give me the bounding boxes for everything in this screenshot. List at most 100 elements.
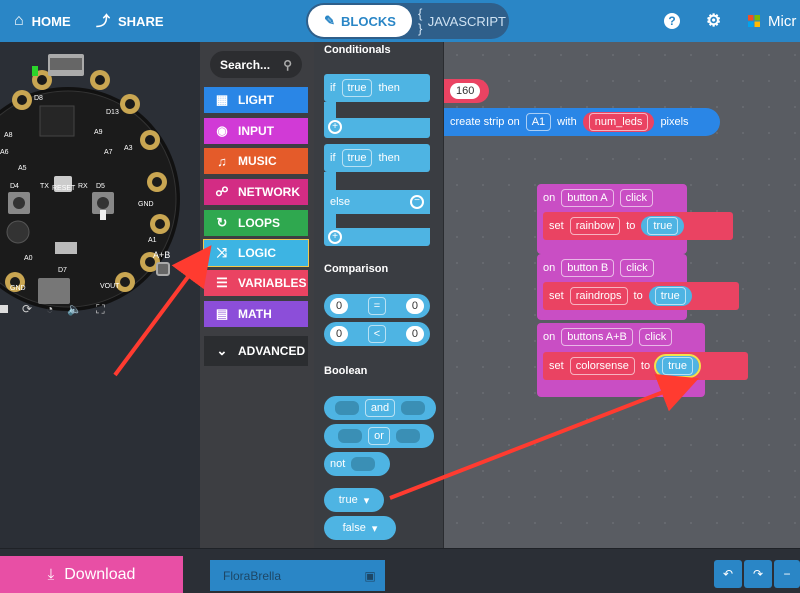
category-light[interactable]: ▦ LIGHT xyxy=(204,87,308,113)
share-button[interactable]: ⤴ SHARE xyxy=(96,0,164,42)
shuffle-icon: ⤨ xyxy=(216,245,228,260)
svg-text:A5: A5 xyxy=(18,165,27,172)
puzzle-icon: ✎ xyxy=(324,13,335,28)
ab-button-label: A+B xyxy=(153,250,171,260)
svg-text:A0: A0 xyxy=(24,255,33,262)
save-button[interactable]: ▣ xyxy=(355,560,385,591)
event-a-header: on button A click xyxy=(537,186,659,210)
microsoft-icon xyxy=(748,15,760,27)
if-else-block[interactable]: if true then else − + xyxy=(324,144,430,248)
sound-icon[interactable]: 🔈 xyxy=(67,302,82,316)
create-strip-block[interactable]: create strip on A1 with num_leds pixels xyxy=(444,108,720,136)
home-icon: ⌂ xyxy=(14,12,24,29)
true-block[interactable]: true ▾ xyxy=(324,488,384,512)
svg-text:A8: A8 xyxy=(4,132,13,139)
save-icon: ▣ xyxy=(364,568,376,583)
category-logic[interactable]: ⤨ LOGIC xyxy=(203,239,309,267)
list-icon: ☰ xyxy=(216,275,228,290)
project-name-input[interactable]: FloraBrella xyxy=(210,560,355,591)
svg-text:VOUT: VOUT xyxy=(100,283,120,290)
svg-text:GND: GND xyxy=(138,201,154,208)
circle-icon: ◉ xyxy=(216,123,228,138)
search-box[interactable]: Search... ⚲ xyxy=(210,51,302,78)
category-music[interactable]: ♫ MUSIC xyxy=(204,148,308,174)
or-block[interactable]: or xyxy=(324,424,434,448)
svg-text:A3: A3 xyxy=(124,145,133,152)
svg-text:A6: A6 xyxy=(0,149,9,156)
microsoft-logo: Micr xyxy=(748,0,796,42)
category-math[interactable]: ▤ MATH xyxy=(204,301,308,327)
chevron-down-icon: ⌄ xyxy=(216,343,228,358)
svg-text:TX: TX xyxy=(40,183,49,190)
svg-text:A1: A1 xyxy=(148,237,157,244)
svg-text:D7: D7 xyxy=(58,267,67,274)
search-icon: ⚲ xyxy=(283,57,292,72)
top-bar: ⌂ HOME ⤴ SHARE ✎ BLOCKS { } JAVASCRIPT ?… xyxy=(0,0,800,42)
category-advanced[interactable]: ⌄ ADVANCED xyxy=(204,336,308,366)
undo-button[interactable]: ↶ xyxy=(714,560,742,588)
help-button[interactable]: ? xyxy=(664,0,680,42)
simulator-panel: D8 A8 A9 D13 A0 D7 GND VOUT A1 TX RX RESET D4 D5 A3… xyxy=(0,42,200,548)
equals-block[interactable]: 0 = 0 xyxy=(324,294,430,318)
minus-icon: − xyxy=(783,567,791,581)
less-than-block[interactable]: 0 < 0 xyxy=(324,322,430,346)
circuit-playground-board[interactable]: D8 A8 A9 D13 A0 D7 GND VOUT A1 TX RXRESET D4 D5 A3… xyxy=(0,42,200,342)
event-b-header: on button B click xyxy=(537,256,660,280)
dropdown-caret-icon: ▾ xyxy=(371,522,378,535)
add-icon[interactable]: + xyxy=(328,120,342,134)
set-rainbow-block[interactable]: set rainbow to true xyxy=(543,212,733,240)
svg-text:D4: D4 xyxy=(10,183,19,190)
stop-icon[interactable] xyxy=(0,305,8,313)
svg-text:A9: A9 xyxy=(94,129,103,136)
svg-text:A7: A7 xyxy=(104,149,113,156)
dropdown-caret-icon: ▾ xyxy=(363,494,370,507)
calculator-icon: ▤ xyxy=(215,306,229,321)
refresh-icon: ↻ xyxy=(216,215,228,230)
conditionals-heading: Conditionals xyxy=(324,44,391,56)
help-icon: ? xyxy=(664,13,680,29)
svg-text:RX: RX xyxy=(78,183,88,190)
home-button[interactable]: ⌂ HOME xyxy=(14,0,71,42)
javascript-tab[interactable]: { } JAVASCRIPT xyxy=(418,5,506,37)
set-raindrops-block[interactable]: set raindrops to true xyxy=(543,282,739,310)
grid-icon: ▦ xyxy=(215,92,229,107)
svg-text:GND: GND xyxy=(10,285,26,292)
ab-button[interactable] xyxy=(156,262,170,276)
number-block[interactable]: 160 xyxy=(444,79,489,103)
settings-button[interactable]: ⚙ xyxy=(706,0,721,42)
download-button[interactable]: ⤓ Download xyxy=(0,556,183,593)
redo-icon: ↷ xyxy=(752,567,764,581)
network-icon: ☍ xyxy=(215,184,229,199)
restart-icon[interactable]: ⟳ xyxy=(22,302,32,316)
false-block[interactable]: false ▾ xyxy=(324,516,396,540)
gear-icon: ⚙ xyxy=(706,11,722,30)
download-icon: ⤓ xyxy=(47,566,55,583)
zoom-out-button[interactable]: − xyxy=(774,560,800,588)
set-colorsense-block[interactable]: set colorsense to true xyxy=(543,352,748,380)
svg-text:D13: D13 xyxy=(106,109,119,116)
category-loops[interactable]: ↻ LOOPS xyxy=(204,210,308,236)
comparison-heading: Comparison xyxy=(324,263,389,275)
headphones-icon: ♫ xyxy=(217,153,227,169)
share-icon: ⤴ xyxy=(96,13,110,29)
blocks-tab[interactable]: ✎ BLOCKS xyxy=(308,5,412,37)
event-ab-header: on buttons A+B click xyxy=(537,325,678,349)
category-variables[interactable]: ☰ VARIABLES xyxy=(204,270,308,296)
boolean-heading: Boolean xyxy=(324,365,368,377)
undo-icon: ↶ xyxy=(722,567,734,581)
fullscreen-icon[interactable]: ⛶ xyxy=(96,302,104,317)
search-input[interactable]: Search... xyxy=(220,58,270,72)
add-icon[interactable]: + xyxy=(328,230,342,244)
category-network[interactable]: ☍ NETWORK xyxy=(204,179,308,205)
svg-text:RESET: RESET xyxy=(52,185,76,192)
slowmo-icon[interactable]: ◔ xyxy=(46,302,53,316)
redo-button[interactable]: ↷ xyxy=(744,560,772,588)
editor-toggle: ✎ BLOCKS { } JAVASCRIPT xyxy=(306,3,509,39)
not-block[interactable]: not xyxy=(324,452,390,476)
if-then-block[interactable]: if true then + xyxy=(324,74,430,140)
svg-text:D5: D5 xyxy=(96,183,105,190)
code-icon: { } xyxy=(418,6,423,36)
category-input[interactable]: ◉ INPUT xyxy=(204,118,308,144)
and-block[interactable]: and xyxy=(324,396,436,420)
remove-icon[interactable]: − xyxy=(410,195,424,209)
